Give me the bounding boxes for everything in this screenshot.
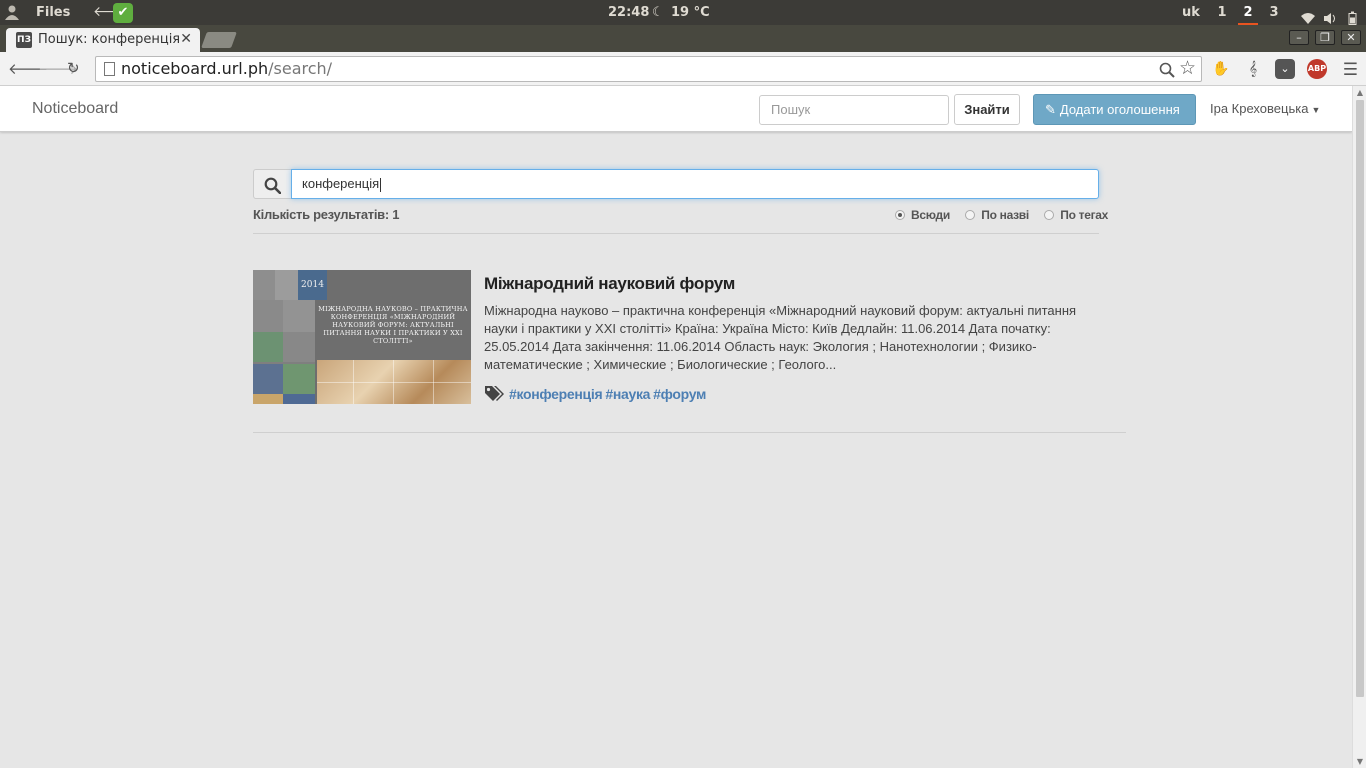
tag-link[interactable]: #наука <box>605 386 650 402</box>
restore-window-button[interactable]: ❐ <box>1315 30 1335 45</box>
filter-by-tags[interactable]: По тегах <box>1044 208 1108 222</box>
new-tab-button[interactable] <box>201 32 237 48</box>
search-filter-group: Всюди По назві По тегах <box>895 208 1108 222</box>
star-icon[interactable]: ☆ <box>1179 57 1196 79</box>
workspace-3[interactable]: 3 <box>1264 0 1284 25</box>
address-bar[interactable]: noticeboard.url.ph/search/ ☆ <box>95 56 1202 82</box>
thumbnail-title: МІЖНАРОДНА НАУКОВО – ПРАКТИЧНА КОНФЕРЕНЦ… <box>318 305 468 345</box>
filter-everywhere[interactable]: Всюди <box>895 208 950 222</box>
result-thumbnail[interactable]: 2014 МІЖНАРОДНА НАУКОВО – ПРАКТИЧНА КОНФ… <box>253 270 471 404</box>
tag-link[interactable]: #конференція <box>509 386 603 402</box>
extension-clef-icon[interactable]: 𝄞 <box>1243 59 1263 79</box>
scroll-down-icon[interactable]: ▼ <box>1353 757 1366 766</box>
workspace-1[interactable]: 1 <box>1212 0 1232 25</box>
scrollbar-thumb[interactable] <box>1356 100 1364 697</box>
thumbnail-year: 2014 <box>298 270 327 300</box>
find-button[interactable]: Знайти <box>954 94 1020 125</box>
add-notice-label: Додати оголошення <box>1059 102 1180 117</box>
pocket-icon[interactable]: ⌄ <box>1275 59 1295 79</box>
menu-icon[interactable]: ☰ <box>1343 60 1358 80</box>
favicon-icon: ПЗ <box>16 32 32 48</box>
tag-link[interactable]: #форум <box>653 386 706 402</box>
check-icon[interactable]: ✔ <box>113 3 133 23</box>
close-tab-icon[interactable]: ✕ <box>180 31 192 47</box>
minimize-window-button[interactable]: – <box>1289 30 1309 45</box>
moon-icon: ☾ <box>652 5 664 20</box>
page-viewport: Noticeboard Пошук Знайти ✎ Додати оголоше… <box>0 86 1352 768</box>
radio-selected[interactable] <box>895 210 905 220</box>
files-app-label[interactable]: Files <box>36 0 70 25</box>
weather-readout[interactable]: 19 °C <box>671 0 710 25</box>
results-count: Кількість результатів: 1 <box>253 207 400 222</box>
close-window-button[interactable]: ✕ <box>1341 30 1361 45</box>
page-icon <box>104 62 115 76</box>
search-icon <box>264 177 281 194</box>
browser-tab[interactable]: ПЗ Пошук: конференція ✕ <box>6 28 200 52</box>
tab-title: Пошук: конференція <box>38 32 181 47</box>
result-description: Міжнародна науково – практична конференц… <box>484 303 1077 372</box>
pencil-icon: ✎ <box>1045 102 1056 117</box>
clock[interactable]: 22:48 <box>608 0 649 25</box>
site-brand[interactable]: Noticeboard <box>32 100 118 118</box>
workspace-2[interactable]: 2 <box>1238 0 1258 25</box>
adblock-icon[interactable]: ABP <box>1307 59 1327 79</box>
zoom-search-icon[interactable] <box>1159 62 1175 78</box>
result-title-link[interactable]: Міжнародний науковий форум <box>484 274 735 294</box>
search-query-input[interactable]: конференція <box>291 169 1099 199</box>
divider <box>253 233 1099 234</box>
browser-toolbar: 🡐 🡒 ↻ noticeboard.url.ph/search/ ☆ ✋ 𝄞 ⌄… <box>0 52 1366 86</box>
search-addon <box>253 169 291 199</box>
user-name: Іра Креховецька <box>1210 101 1309 116</box>
radio-unselected[interactable] <box>1044 210 1055 220</box>
result-tags: #конференція #наука #форум <box>484 385 709 402</box>
url-text[interactable]: noticeboard.url.ph/search/ <box>121 59 332 78</box>
filter-by-title[interactable]: По назві <box>965 208 1029 222</box>
tags-icon <box>485 386 504 401</box>
radio-unselected[interactable] <box>965 210 976 220</box>
user-menu[interactable]: Іра Креховецька ▼ <box>1210 101 1320 116</box>
site-navbar: Noticeboard Пошук Знайти ✎ Додати оголоше… <box>0 86 1352 132</box>
browser-tab-bar: ПЗ Пошук: конференція ✕ – ❐ ✕ <box>0 25 1366 52</box>
reload-button[interactable]: ↻ <box>67 59 80 77</box>
navbar-search-input[interactable]: Пошук <box>759 95 949 125</box>
user-icon[interactable] <box>4 4 20 20</box>
system-top-panel: Files 🡐 ✔ 22:48 ☾ 19 °C uk 1 2 3 <box>0 0 1366 25</box>
add-notice-button[interactable]: ✎ Додати оголошення <box>1033 94 1196 125</box>
vertical-scrollbar[interactable]: ▲ ▼ <box>1352 86 1366 768</box>
extension-hand-icon[interactable]: ✋ <box>1211 59 1231 79</box>
scroll-up-icon[interactable]: ▲ <box>1353 88 1366 97</box>
language-indicator[interactable]: uk <box>1182 0 1200 25</box>
divider <box>253 432 1126 433</box>
caret-down-icon: ▼ <box>1311 104 1321 115</box>
